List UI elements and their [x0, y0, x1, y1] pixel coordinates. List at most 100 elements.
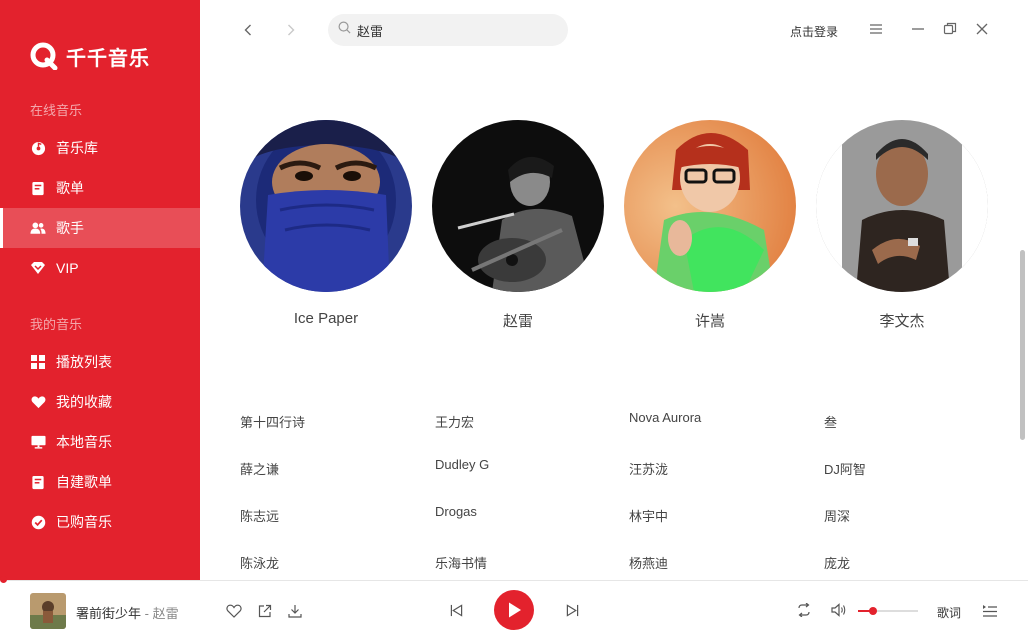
sidebar-item-label: 我的收藏	[56, 394, 112, 410]
monitor-icon	[30, 434, 46, 450]
volume-slider[interactable]	[858, 607, 918, 615]
sidebar-item-singers[interactable]: 歌手	[0, 208, 200, 248]
artist-name[interactable]: 许嵩	[624, 310, 796, 331]
menu-button[interactable]	[867, 20, 885, 38]
sidebar-item-local-music[interactable]: 本地音乐	[0, 422, 200, 462]
sidebar-item-music-library[interactable]: 音乐库	[0, 128, 200, 168]
artist-card[interactable]: 李文杰	[816, 120, 988, 331]
search-input[interactable]	[357, 22, 537, 38]
scrollbar-thumb[interactable]	[1020, 250, 1025, 440]
artist-link[interactable]: Dudley G	[435, 457, 489, 472]
artist-name[interactable]: 赵雷	[432, 310, 604, 331]
chevron-right-icon	[288, 24, 295, 36]
volume-button[interactable]	[830, 601, 848, 619]
album-cover[interactable]	[30, 593, 66, 629]
document-icon	[30, 474, 46, 490]
play-button[interactable]	[494, 590, 534, 630]
lyrics-button[interactable]: 歌词	[937, 604, 961, 621]
artist-link[interactable]: 王力宏	[435, 412, 474, 431]
sidebar-item-playlists[interactable]: 歌单	[0, 168, 200, 208]
app-logo[interactable]: 千千音乐	[30, 40, 150, 72]
search-icon	[338, 21, 351, 39]
minimize-button[interactable]	[909, 20, 927, 38]
progress-handle[interactable]	[0, 576, 7, 583]
sidebar-item-play-list[interactable]: 播放列表	[0, 342, 200, 382]
artist-avatar[interactable]	[816, 120, 988, 292]
forward-button[interactable]	[283, 21, 299, 39]
song-artist[interactable]: 赵雷	[153, 606, 179, 621]
artist-link[interactable]: 薛之谦	[240, 459, 279, 478]
login-link[interactable]: 点击登录	[790, 23, 838, 40]
artist-name[interactable]: 李文杰	[816, 310, 988, 331]
artist-link[interactable]: 陈泳龙	[240, 553, 279, 572]
grid-icon	[30, 354, 46, 370]
section-title-my-music: 我的音乐	[30, 317, 83, 332]
sidebar-item-label: 本地音乐	[56, 434, 112, 450]
sidebar-item-label: 歌手	[56, 220, 84, 236]
artist-link[interactable]: 汪苏泷	[629, 459, 668, 478]
section-title-online: 在线音乐	[30, 103, 83, 118]
restore-icon	[943, 22, 957, 35]
heart-icon	[30, 394, 46, 410]
sidebar-item-label: VIP	[56, 260, 79, 276]
artist-card[interactable]: 许嵩	[624, 120, 796, 331]
heart-outline-icon	[226, 604, 242, 618]
disc-icon	[30, 140, 46, 156]
sidebar-item-favorites[interactable]: 我的收藏	[0, 382, 200, 422]
sidebar-item-vip[interactable]: VIP	[0, 248, 200, 288]
menu-icon	[870, 24, 882, 34]
artist-avatar[interactable]	[432, 120, 604, 292]
artist-link[interactable]: DJ阿智	[824, 459, 866, 478]
sidebar-item-label: 歌单	[56, 180, 84, 196]
check-circle-icon	[30, 514, 46, 530]
logo-icon	[30, 42, 58, 71]
next-button[interactable]	[563, 601, 581, 619]
artist-card[interactable]: 赵雷	[432, 120, 604, 331]
artist-link[interactable]: 陈志远	[240, 506, 279, 525]
artist-link[interactable]: 叁	[824, 412, 837, 431]
restore-button[interactable]	[941, 20, 959, 38]
back-button[interactable]	[240, 21, 256, 39]
playlist-queue-button[interactable]	[981, 602, 999, 620]
player-bar: 署前街少年 - 赵雷 歌词	[0, 580, 1028, 640]
skip-previous-icon	[450, 603, 462, 617]
app-name: 千千音乐	[66, 47, 150, 70]
song-title[interactable]: 署前街少年	[76, 606, 141, 621]
share-icon	[258, 604, 272, 618]
artist-link[interactable]: 庞龙	[824, 553, 850, 572]
play-icon	[509, 602, 521, 618]
close-icon	[976, 23, 988, 35]
artist-link[interactable]: 第十四行诗	[240, 412, 305, 431]
search-box[interactable]	[328, 14, 568, 46]
sidebar-item-label: 自建歌单	[56, 474, 112, 490]
share-button[interactable]	[256, 602, 274, 620]
artist-link[interactable]: Drogas	[435, 504, 477, 519]
favorite-button[interactable]	[225, 602, 243, 620]
sidebar-item-purchased[interactable]: 已购音乐	[0, 502, 200, 542]
artist-avatar[interactable]	[624, 120, 796, 292]
volume-icon	[831, 603, 846, 617]
vip-icon	[30, 260, 46, 276]
loop-button[interactable]	[795, 601, 813, 619]
playlist-icon	[30, 180, 46, 196]
artist-link[interactable]: 杨燕迪	[629, 553, 668, 572]
previous-button[interactable]	[447, 601, 465, 619]
skip-next-icon	[566, 603, 578, 617]
artist-name[interactable]: Ice Paper	[240, 310, 412, 327]
sidebar-item-custom-playlists[interactable]: 自建歌单	[0, 462, 200, 502]
loop-icon	[798, 603, 810, 617]
sidebar-item-label: 音乐库	[56, 140, 98, 156]
artist-link[interactable]: 周深	[824, 506, 850, 525]
artist-card[interactable]: Ice Paper	[240, 120, 412, 327]
artist-link[interactable]: Nova Aurora	[629, 410, 701, 425]
artist-link[interactable]: 乐海书情	[435, 553, 487, 572]
artist-avatar[interactable]	[240, 120, 412, 292]
queue-icon	[983, 605, 997, 617]
download-button[interactable]	[286, 602, 304, 620]
artist-link[interactable]: 林宇中	[629, 506, 668, 525]
sidebar-item-label: 已购音乐	[56, 514, 112, 530]
sidebar-item-label: 播放列表	[56, 354, 112, 370]
volume-knob[interactable]	[869, 607, 877, 615]
close-button[interactable]	[973, 20, 991, 38]
now-playing[interactable]: 署前街少年 - 赵雷	[76, 603, 179, 622]
